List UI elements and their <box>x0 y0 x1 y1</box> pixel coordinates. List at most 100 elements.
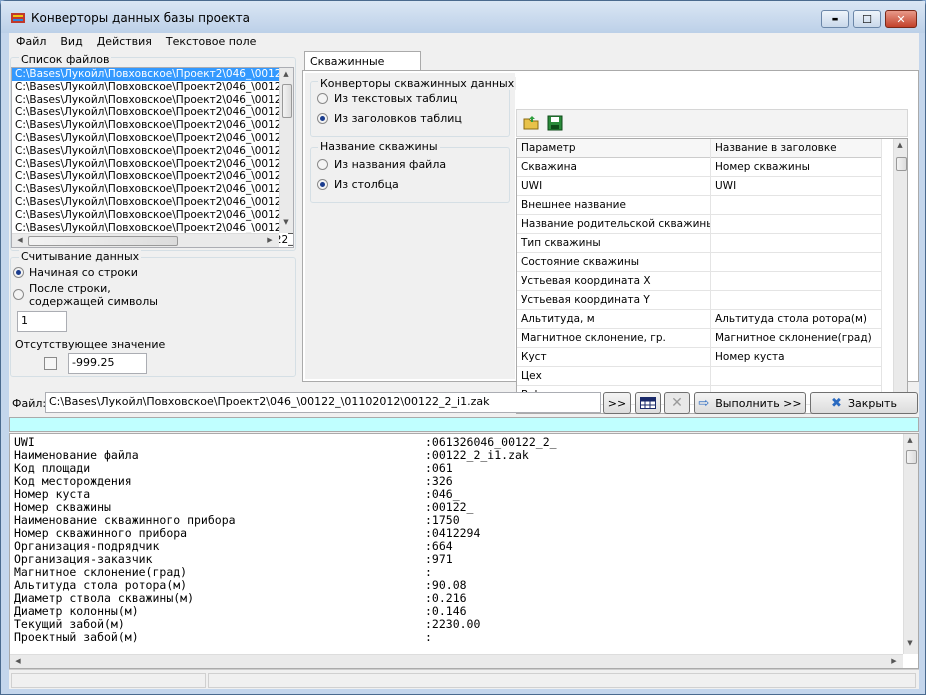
grid-row[interactable]: Альтитуда, м Альтитуда стола ротора(м) <box>517 310 882 329</box>
run-button[interactable]: ⇨ Выполнить >> <box>694 392 806 414</box>
grid-row[interactable]: Куст Номер куста <box>517 348 882 367</box>
missing-value-input[interactable]: -999.25 <box>68 353 147 374</box>
radio-from-column-label: Из столбца <box>334 178 399 191</box>
files-vscroll-thumb[interactable] <box>282 84 292 118</box>
grid-cell-header-name[interactable] <box>711 367 882 386</box>
grid-cell-header-name[interactable] <box>711 291 882 310</box>
grid-row[interactable]: Внешнее название <box>517 196 882 215</box>
grid-row[interactable]: Название родительской скважины <box>517 215 882 234</box>
grid-cell-parameter[interactable]: Название родительской скважины <box>517 215 711 234</box>
grid-cell-parameter[interactable]: Цех <box>517 367 711 386</box>
scroll-down-icon[interactable]: ▼ <box>280 218 292 226</box>
grid-cell-header-name[interactable]: Номер скважины <box>711 158 882 177</box>
grid-col-parameter[interactable]: Параметр <box>517 139 711 158</box>
minimize-button[interactable]: ▬ <box>821 10 849 28</box>
tab-well-data[interactable]: Скважинные данные <box>304 51 421 81</box>
files-hscrollbar[interactable]: ◀ ▶ <box>12 233 279 247</box>
grid-cell-parameter[interactable]: Альтитуда, м <box>517 310 711 329</box>
close-button-label: Закрыть <box>847 396 897 410</box>
radio-after-row[interactable] <box>13 289 24 300</box>
text-vscroll-thumb[interactable] <box>906 450 917 464</box>
file-list-item[interactable]: C:\Bases\Лукойл\Повховское\Проект2\046_\… <box>12 145 293 158</box>
files-hscroll-thumb[interactable] <box>28 236 178 246</box>
text-scroll-down-icon[interactable]: ▼ <box>904 639 916 647</box>
scroll-up-icon[interactable]: ▲ <box>280 70 292 78</box>
grid-row[interactable]: UWI UWI <box>517 177 882 196</box>
file-list-item[interactable]: C:\Bases\Лукойл\Повховское\Проект2\046_\… <box>12 68 293 82</box>
grid-cell-header-name[interactable] <box>711 253 882 272</box>
file-list-item[interactable]: C:\Bases\Лукойл\Повховское\Проект2\046_\… <box>12 209 293 222</box>
grid-cell-header-name[interactable]: Альтитуда стола ротора(м) <box>711 310 882 329</box>
grid-cell-parameter[interactable]: Магнитное склонение, гр. <box>517 329 711 348</box>
menu-actions[interactable]: Действия <box>90 33 159 51</box>
close-button[interactable]: ✖ Закрыть <box>810 392 918 414</box>
text-scroll-right-icon[interactable]: ▶ <box>888 657 900 665</box>
file-list-item[interactable]: C:\Bases\Лукойл\Повховское\Проект2\046_\… <box>12 158 293 171</box>
maximize-button[interactable]: ☐ <box>853 10 881 28</box>
file-list-item[interactable]: C:\Bases\Лукойл\Повховское\Проект2\046_\… <box>12 196 293 209</box>
grid-cell-header-name[interactable] <box>711 215 882 234</box>
title-bar[interactable]: Конверторы данных базы проекта ▬ ☐ ✕ <box>1 1 925 33</box>
file-content-textarea[interactable]: UWI:061326046_00122_2_ Наименование файла… <box>9 433 919 669</box>
grid-cell-parameter[interactable]: Тип скважины <box>517 234 711 253</box>
grid-row[interactable]: Состояние скважины <box>517 253 882 272</box>
scroll-right-icon[interactable]: ▶ <box>264 236 276 244</box>
menu-text-field[interactable]: Текстовое поле <box>159 33 264 51</box>
file-list-item[interactable]: C:\Bases\Лукойл\Повховское\Проект2\046_\… <box>12 119 293 132</box>
close-window-button[interactable]: ✕ <box>885 10 917 28</box>
save-icon[interactable] <box>547 115 563 131</box>
files-list[interactable]: C:\Bases\Лукойл\Повховское\Проект2\046_\… <box>11 67 294 248</box>
text-vscrollbar[interactable]: ▲ ▼ <box>903 434 918 654</box>
grid-cell-parameter[interactable]: Куст <box>517 348 711 367</box>
file-list-item[interactable]: C:\Bases\Лукойл\Повховское\Проект2\046_\… <box>12 132 293 145</box>
grid-cell-header-name[interactable]: UWI <box>711 177 882 196</box>
grid-vscroll-thumb[interactable] <box>896 157 907 171</box>
menu-file[interactable]: Файл <box>9 33 53 51</box>
grid-cell-parameter[interactable]: Устьевая координата X <box>517 272 711 291</box>
text-hscrollbar[interactable]: ◀ ▶ <box>10 654 903 668</box>
grid-vscrollbar[interactable]: ▲ ▼ <box>893 139 907 413</box>
file-list-item[interactable]: C:\Bases\Лукойл\Повховское\Проект2\046_\… <box>12 183 293 196</box>
browse-button[interactable]: >> <box>603 392 631 414</box>
grid-col-header-name[interactable]: Название в заголовке <box>711 139 882 158</box>
file-path-input[interactable]: C:\Bases\Лукойл\Повховское\Проект2\046_\… <box>45 392 601 413</box>
radio-header-tables[interactable] <box>317 113 328 124</box>
file-list-item[interactable]: C:\Bases\Лукойл\Повховское\Проект2\046_\… <box>12 94 293 107</box>
grid-row[interactable]: Тип скважины <box>517 234 882 253</box>
radio-from-column[interactable] <box>317 179 328 190</box>
grid-cell-header-name[interactable] <box>711 272 882 291</box>
file-list-item[interactable]: C:\Bases\Лукойл\Повховское\Проект2\046_\… <box>12 170 293 183</box>
grid-row[interactable]: Устьевая координата X <box>517 272 882 291</box>
grid-cell-parameter[interactable]: Состояние скважины <box>517 253 711 272</box>
grid-cell-header-name[interactable] <box>711 196 882 215</box>
scroll-left-icon[interactable]: ◀ <box>14 236 26 244</box>
radio-from-filename[interactable] <box>317 159 328 170</box>
files-vscrollbar[interactable]: ▲ ▼ <box>279 68 293 233</box>
text-scroll-up-icon[interactable]: ▲ <box>904 436 916 444</box>
grid-row[interactable]: Устьевая координата Y <box>517 291 882 310</box>
file-list-item[interactable]: C:\Bases\Лукойл\Повховское\Проект2\046_\… <box>12 106 293 119</box>
grid-cell-parameter[interactable]: Скважина <box>517 158 711 177</box>
grid-cell-parameter[interactable]: Внешнее название <box>517 196 711 215</box>
grid-row[interactable]: Скважина Номер скважины <box>517 158 882 177</box>
grid-cell-parameter[interactable]: Устьевая координата Y <box>517 291 711 310</box>
text-scroll-left-icon[interactable]: ◀ <box>12 657 24 665</box>
menu-bar: Файл Вид Действия Текстовое поле <box>9 33 919 51</box>
radio-text-tables[interactable] <box>317 93 328 104</box>
radio-from-row[interactable] <box>13 267 24 278</box>
parameters-grid[interactable]: Параметр Название в заголовке Скважина Но… <box>516 138 908 414</box>
open-folder-icon[interactable] <box>523 115 540 131</box>
grid-row[interactable]: Магнитное склонение, гр. Магнитное склоне… <box>517 329 882 348</box>
row-number-input[interactable]: 1 <box>17 311 67 332</box>
menu-view[interactable]: Вид <box>53 33 89 51</box>
grid-scroll-up-icon[interactable]: ▲ <box>894 141 906 149</box>
file-list-item[interactable]: C:\Bases\Лукойл\Повховское\Проект2\046_\… <box>12 81 293 94</box>
grid-cell-header-name[interactable]: Магнитное склонение(град) <box>711 329 882 348</box>
grid-cell-header-name[interactable] <box>711 234 882 253</box>
grid-row[interactable]: Цех <box>517 367 882 386</box>
missing-value-checkbox[interactable] <box>44 357 57 370</box>
grid-cell-parameter[interactable]: UWI <box>517 177 711 196</box>
table-view-button[interactable] <box>635 392 661 414</box>
grid-cell-header-name[interactable]: Номер куста <box>711 348 882 367</box>
clear-button[interactable]: ✕ <box>664 392 690 414</box>
